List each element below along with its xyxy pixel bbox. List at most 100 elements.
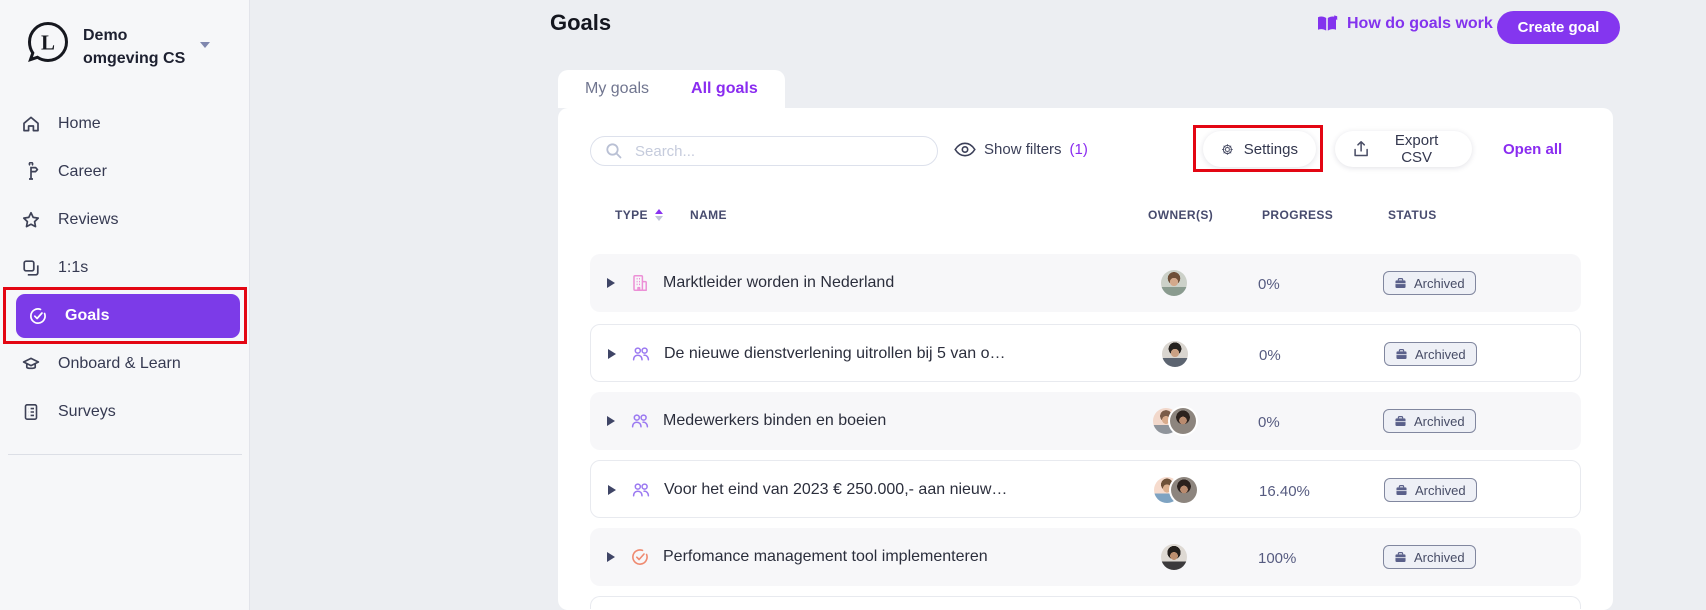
export-csv-button[interactable]: Export CSV [1335,131,1472,167]
progress-value: 0% [1258,276,1280,293]
progress-value: 0% [1258,414,1280,431]
goal-name[interactable]: Medewerkers binden en boeien [663,412,886,430]
avatar [1161,544,1187,570]
column-header-type[interactable]: Type [615,208,663,222]
sidebar-item-label: Career [58,163,107,181]
goal-name[interactable]: De nieuwe dienstverlening uitrollen bij … [664,345,1006,363]
show-filters-label: Show filters [984,141,1062,158]
table-row[interactable]: Voor het eind van 2023 € 250.000,- aan n… [590,460,1581,518]
avatar [1171,477,1197,503]
status-badge: Archived [1383,271,1476,295]
sidebar-divider [8,454,242,455]
sidebar-nav: Home Career Reviews 1:1s Goals Onboard &… [0,100,250,436]
sidebar-item-label: Home [58,115,101,133]
status-badge: Archived [1383,409,1476,433]
expand-arrow-icon[interactable] [607,278,615,288]
owner-avatars [1140,341,1210,367]
column-header-owners: Owner(s) [1148,208,1213,222]
workspace-switcher[interactable]: L Demo omgeving CS [26,20,185,70]
briefcase-icon [1395,484,1408,497]
goal-name[interactable]: Marktleider worden in Nederland [663,274,894,292]
team-icon [631,344,651,364]
goals-tabs: My goals All goals [558,70,785,108]
how-goals-work-link[interactable]: How do goals work [1316,14,1493,34]
expand-arrow-icon[interactable] [608,349,616,359]
sidebar-item-home[interactable]: Home [0,100,250,148]
app-logo-icon: L [26,20,70,69]
search-icon [605,142,623,160]
expand-arrow-icon[interactable] [608,485,616,495]
export-csv-label: Export CSV [1379,132,1454,166]
sidebar-item-career[interactable]: Career [0,148,250,196]
expand-arrow-icon[interactable] [607,416,615,426]
column-header-name: Name [690,208,727,222]
table-row[interactable]: Perfomance management tool implementeren… [590,528,1581,586]
chat-squares-icon [21,258,41,278]
sidebar-item-label: Onboard & Learn [58,355,181,373]
avatar [1161,270,1187,296]
tab-all-goals[interactable]: All goals [670,70,779,108]
chevron-down-icon[interactable] [200,42,210,48]
clipboard-icon [21,402,41,422]
graduation-cap-icon [21,354,41,374]
owner-avatars [1139,408,1209,434]
workspace-name: Demo omgeving CS [83,20,185,70]
avatar [1162,341,1188,367]
briefcase-icon [1394,277,1407,290]
sidebar-item-onboard-learn[interactable]: Onboard & Learn [0,340,250,388]
team-icon [631,480,651,500]
sidebar-item-reviews[interactable]: Reviews [0,196,250,244]
sidebar-item-1-1s[interactable]: 1:1s [0,244,250,292]
svg-text:L: L [41,31,55,55]
sidebar-item-label: 1:1s [58,259,88,277]
goal-name[interactable]: Voor het eind van 2023 € 250.000,- aan n… [664,481,1007,499]
table-row[interactable]: Marktleider worden in Nederland 0% Archi… [590,254,1581,312]
search-input[interactable] [635,143,905,160]
briefcase-icon [1394,415,1407,428]
goal-icon [630,547,650,567]
column-header-progress: Progress [1262,208,1333,222]
owner-avatars [1139,544,1209,570]
sidebar: L Demo omgeving CS Home Career Reviews 1… [0,0,250,610]
sidebar-item-label: Surveys [58,403,116,421]
owner-avatars [1139,270,1209,296]
sidebar-item-goals[interactable]: Goals [0,292,250,340]
briefcase-icon [1395,348,1408,361]
table-row[interactable]: De nieuwe dienstverlening uitrollen bij … [590,324,1581,382]
briefcase-icon [1394,551,1407,564]
create-goal-button[interactable]: Create goal [1497,11,1620,44]
progress-value: 16.40% [1259,483,1310,500]
column-header-status: Status [1388,208,1437,222]
how-goals-work-label: How do goals work [1347,15,1493,33]
book-icon [1316,14,1338,34]
eye-icon [954,142,976,157]
status-badge: Archived [1384,478,1477,502]
avatar [1170,408,1196,434]
main-area: Goals How do goals work Create goal My g… [250,0,1706,610]
table-row[interactable]: Medewerkers binden en boeien 0% Archived [590,392,1581,450]
star-icon [21,210,41,230]
progress-value: 100% [1258,550,1296,567]
expand-arrow-icon[interactable] [607,552,615,562]
search-box[interactable] [590,136,938,166]
goals-panel: Show filters (1) Settings Export CSV Ope… [558,108,1613,610]
export-icon [1353,140,1369,158]
sidebar-item-surveys[interactable]: Surveys [0,388,250,436]
goal-name[interactable]: Perfomance management tool implementeren [663,548,988,566]
home-icon [21,114,41,134]
settings-label: Settings [1244,141,1298,158]
status-badge: Archived [1383,545,1476,569]
tab-my-goals[interactable]: My goals [564,70,670,108]
open-all-link[interactable]: Open all [1503,141,1562,158]
sidebar-item-label: Reviews [58,211,118,229]
sort-icon[interactable] [655,209,663,221]
table-row-partial [590,596,1581,609]
company-icon [630,273,650,293]
filter-count: (1) [1070,141,1088,158]
signpost-icon [21,162,41,182]
sidebar-item-label: Goals [65,307,109,325]
show-filters-button[interactable]: Show filters (1) [954,141,1088,158]
settings-button[interactable]: Settings [1203,131,1316,167]
progress-value: 0% [1259,347,1281,364]
sidebar-item-goals-pill[interactable]: Goals [16,294,240,338]
